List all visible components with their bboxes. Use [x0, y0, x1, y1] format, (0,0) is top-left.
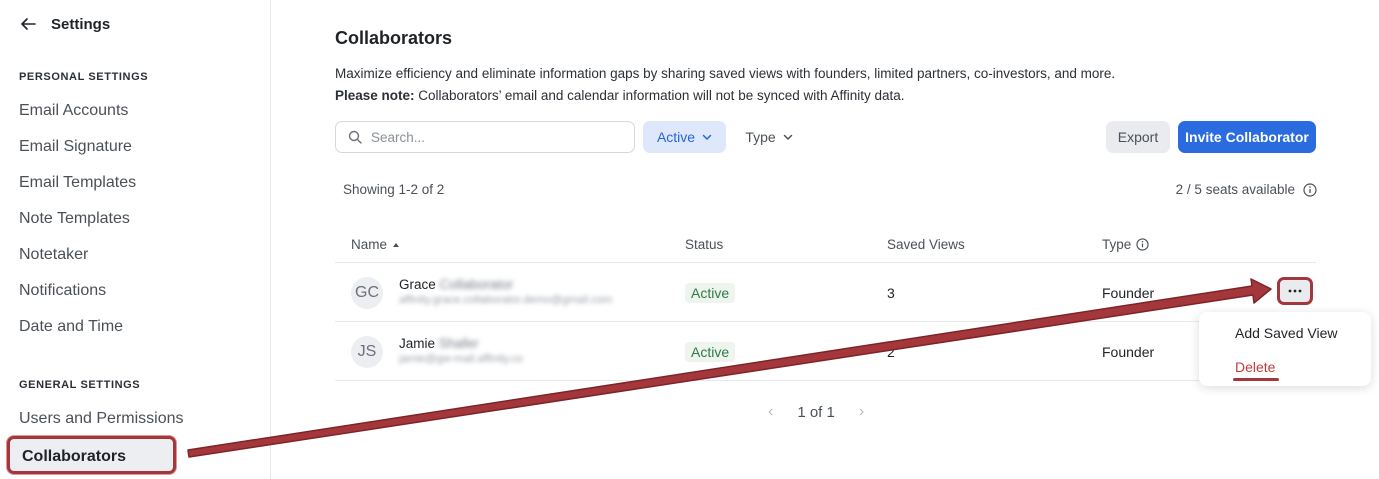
sidebar-item-date-and-time[interactable]: Date and Time [19, 318, 123, 336]
sidebar-item-email-signature[interactable]: Email Signature [19, 138, 132, 156]
column-header-status: Status [685, 237, 724, 252]
more-actions-button[interactable] [1277, 277, 1313, 305]
status-filter-dropdown[interactable]: Active [643, 121, 726, 153]
collaborator-name: Jamie Shafer [399, 336, 479, 351]
general-settings-heading: GENERAL SETTINGS [19, 379, 141, 391]
first-name: Grace [399, 277, 436, 292]
pagination: ‹ 1 of 1 › [768, 403, 864, 421]
sidebar-item-users-and-permissions[interactable]: Users and Permissions [19, 410, 184, 428]
export-button[interactable]: Export [1106, 121, 1170, 153]
sort-ascending-icon [393, 242, 400, 247]
more-horizontal-icon [1288, 289, 1302, 293]
info-icon[interactable] [1303, 182, 1317, 197]
table-row[interactable]: GC Grace Collaborator affinity.grace.col… [335, 263, 1316, 322]
note-label: Please note: [335, 88, 415, 103]
status-badge: Active [685, 342, 736, 362]
type-filter-dropdown[interactable]: Type [737, 121, 801, 153]
sidebar-item-email-accounts[interactable]: Email Accounts [19, 102, 128, 120]
type-filter-label: Type [745, 129, 776, 145]
column-type-label: Type [1102, 237, 1132, 252]
column-header-name[interactable]: Name [351, 237, 400, 252]
collaborator-type: Founder [1102, 285, 1155, 301]
chevron-down-icon [702, 134, 712, 141]
menu-item-add-saved-view[interactable]: Add Saved View [1235, 325, 1337, 341]
menu-item-delete[interactable]: Delete [1235, 359, 1275, 375]
sidebar-item-collaborators[interactable]: Collaborators [7, 436, 176, 474]
page-indicator: 1 of 1 [797, 403, 835, 421]
collaborator-email: jamie@gw-mail.affinity.co [399, 353, 523, 365]
page-title: Collaborators [335, 28, 453, 48]
chevron-right-icon[interactable]: › [859, 403, 864, 421]
last-name: Shafer [438, 336, 479, 351]
sidebar-item-notifications[interactable]: Notifications [19, 282, 106, 300]
collaborator-name: Grace Collaborator [399, 277, 513, 292]
sidebar-header: Settings [19, 15, 110, 33]
settings-sidebar: Settings PERSONAL SETTINGS Email Account… [0, 0, 271, 479]
saved-views-count: 2 [887, 344, 895, 360]
search-box[interactable] [335, 121, 635, 153]
page-description: Maximize efficiency and eliminate inform… [335, 66, 1116, 81]
column-name-label: Name [351, 237, 388, 252]
seats-text: 2 / 5 seats available [1175, 182, 1295, 197]
row-actions-menu: Add Saved View Delete [1199, 312, 1371, 386]
search-icon [348, 130, 362, 144]
sidebar-item-notetaker[interactable]: Notetaker [19, 246, 88, 264]
table-row[interactable]: JS Jamie Shafer jamie@gw-mail.affinity.c… [335, 322, 1316, 381]
info-icon[interactable] [1136, 238, 1149, 251]
sidebar-item-note-templates[interactable]: Note Templates [19, 210, 130, 228]
collaborator-email: affinity.grace.collaborator.demo@gmail.c… [399, 294, 613, 306]
column-header-type: Type [1102, 237, 1149, 252]
chevron-left-icon[interactable]: ‹ [768, 403, 773, 421]
personal-settings-heading: PERSONAL SETTINGS [19, 71, 149, 83]
first-name: Jamie [399, 336, 436, 351]
results-count: Showing 1-2 of 2 [343, 182, 445, 197]
collaborator-type: Founder [1102, 344, 1155, 360]
annotation-underline [1233, 378, 1279, 381]
column-header-saved-views: Saved Views [887, 237, 965, 252]
chevron-down-icon [783, 134, 792, 141]
avatar: JS [351, 336, 383, 368]
sidebar-item-email-templates[interactable]: Email Templates [19, 174, 136, 192]
search-input[interactable] [371, 129, 611, 145]
back-arrow-icon[interactable] [19, 15, 37, 33]
status-badge: Active [685, 283, 736, 303]
last-name: Collaborator [439, 277, 514, 292]
sidebar-title: Settings [51, 15, 111, 33]
saved-views-count: 3 [887, 285, 895, 301]
page-note: Please note: Collaborators’ email and ca… [335, 88, 905, 103]
invite-collaborator-button[interactable]: Invite Collaborator [1178, 121, 1316, 153]
note-text: Collaborators’ email and calendar inform… [414, 88, 905, 103]
status-filter-label: Active [656, 129, 696, 145]
avatar: GC [351, 277, 383, 309]
seats-available: 2 / 5 seats available [1176, 182, 1317, 197]
